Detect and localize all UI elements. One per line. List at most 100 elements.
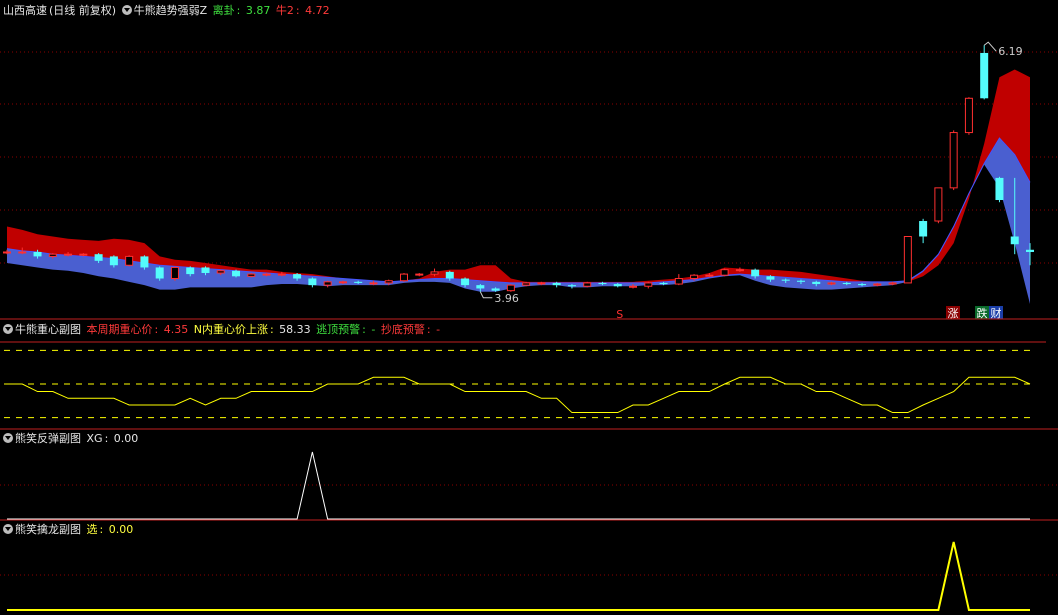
candle-body-down xyxy=(293,274,302,279)
candle xyxy=(644,281,653,289)
candle-body-down xyxy=(842,282,851,285)
xuan-label: 选 xyxy=(86,523,98,536)
panel-separators xyxy=(0,318,1058,521)
candle-body-up xyxy=(247,273,256,277)
candle-body-up xyxy=(873,283,882,286)
value4: - xyxy=(436,323,441,336)
candle-body-up xyxy=(18,251,27,254)
candle-body-up xyxy=(79,253,88,256)
label4: 抄底预警 xyxy=(380,323,425,336)
candle xyxy=(919,218,928,244)
candle-body-up xyxy=(277,273,286,276)
candle-body-up xyxy=(262,273,271,276)
candle-body-up xyxy=(720,269,729,276)
candle xyxy=(522,281,531,287)
signal-die-text: 跌 xyxy=(977,306,988,320)
panel2-name[interactable]: 牛熊重心副图 xyxy=(15,323,81,336)
low-price-label: 3.96 xyxy=(494,292,519,305)
panel4-name[interactable]: 熊笑擒龙副图 xyxy=(15,523,81,536)
candle-body-down xyxy=(461,278,470,286)
panel3-name[interactable]: 熊笑反弹副图 xyxy=(15,432,81,445)
candles xyxy=(3,45,1034,292)
candle-body-down xyxy=(659,282,668,285)
bull-band xyxy=(7,69,1030,283)
candle-body-up xyxy=(48,253,57,257)
candle-body-down xyxy=(781,279,790,281)
candle xyxy=(399,272,408,282)
chevron-down-icon[interactable] xyxy=(3,524,13,534)
value3: - xyxy=(371,323,376,336)
candle xyxy=(995,176,1004,203)
candle xyxy=(903,235,912,284)
candle-body-up xyxy=(583,282,592,287)
value2: 58.33 xyxy=(279,323,311,336)
candle-body-down xyxy=(980,52,989,99)
candle-body-up xyxy=(64,253,73,256)
candle-body-up xyxy=(338,281,347,284)
candle-body-up xyxy=(125,255,134,266)
chevron-down-icon[interactable] xyxy=(3,324,13,334)
candle xyxy=(125,255,134,267)
candle-body-down xyxy=(354,281,363,283)
high-marker xyxy=(983,41,997,52)
sub-panel-3 xyxy=(0,451,1058,520)
candle-body-down xyxy=(155,267,164,279)
kline-chart[interactable]: 6.193.96S 涨跌财 xyxy=(0,0,1058,615)
indicator-name[interactable]: 牛熊趋势强弱Z xyxy=(134,4,208,17)
candle-body-up xyxy=(323,281,332,286)
xuan-value: 0.00 xyxy=(108,523,134,536)
candle-body-down xyxy=(598,282,607,285)
signal-cai: 财 xyxy=(989,306,1003,320)
candle-body-down xyxy=(1026,249,1034,252)
stock-name[interactable]: 山西高速 xyxy=(3,4,47,17)
candle-body-down xyxy=(308,278,317,286)
candle-body-down xyxy=(109,256,118,266)
candle-body-down xyxy=(766,276,775,280)
candle-body-down xyxy=(995,177,1004,201)
candle-body-down xyxy=(94,254,103,261)
candle-body-up xyxy=(629,285,638,288)
candle-body-down xyxy=(33,251,42,257)
period[interactable]: (日线 前复权) xyxy=(49,4,116,17)
value1: 4.35 xyxy=(163,323,189,336)
main-header: 山西高速 (日线 前复权) 牛熊趋势强弱Z 离卦: 3.87 牛2: 4.72 xyxy=(3,4,330,17)
candle xyxy=(964,97,973,135)
sub-panel-4 xyxy=(0,541,1058,611)
candle-body-up xyxy=(705,274,714,277)
chevron-down-icon[interactable] xyxy=(121,5,132,15)
candle-body-up xyxy=(170,266,179,280)
candle-body-up xyxy=(399,273,408,282)
candle-body-up xyxy=(964,97,973,134)
candle-body-down xyxy=(613,284,622,287)
signal-cai-text: 财 xyxy=(991,306,1002,320)
candle-body-up xyxy=(949,132,958,189)
candle-body-down xyxy=(858,284,867,286)
signal-zhang: 涨 xyxy=(946,306,960,320)
candle-body-down xyxy=(140,256,149,268)
candle-body-down xyxy=(552,282,561,286)
candle-body-up xyxy=(415,273,424,276)
candle-body-up xyxy=(430,271,439,275)
candle-body-up xyxy=(903,235,912,284)
candle-body-up xyxy=(384,280,393,284)
candle xyxy=(949,130,958,191)
candle-body-up xyxy=(827,282,836,285)
candle xyxy=(980,45,989,100)
sub-panel-2 xyxy=(0,341,1046,419)
candle xyxy=(170,266,179,281)
candle-body-down xyxy=(567,285,576,287)
niu2-value: 4.72 xyxy=(305,4,330,17)
candle-body-up xyxy=(3,251,11,254)
center-strength-line xyxy=(7,376,1031,414)
candle-body-down xyxy=(491,288,500,291)
bear-band xyxy=(7,138,1030,304)
high-price-label: 6.19 xyxy=(998,45,1023,58)
candle-body-up xyxy=(888,282,897,285)
candle-body-down xyxy=(751,269,760,277)
chevron-down-icon[interactable] xyxy=(3,433,13,443)
label3: 逃顶预警 xyxy=(316,323,361,336)
candle-body-up xyxy=(735,269,744,272)
candle xyxy=(247,272,256,278)
candle-body-up xyxy=(934,187,943,222)
main-grid xyxy=(0,51,1058,264)
